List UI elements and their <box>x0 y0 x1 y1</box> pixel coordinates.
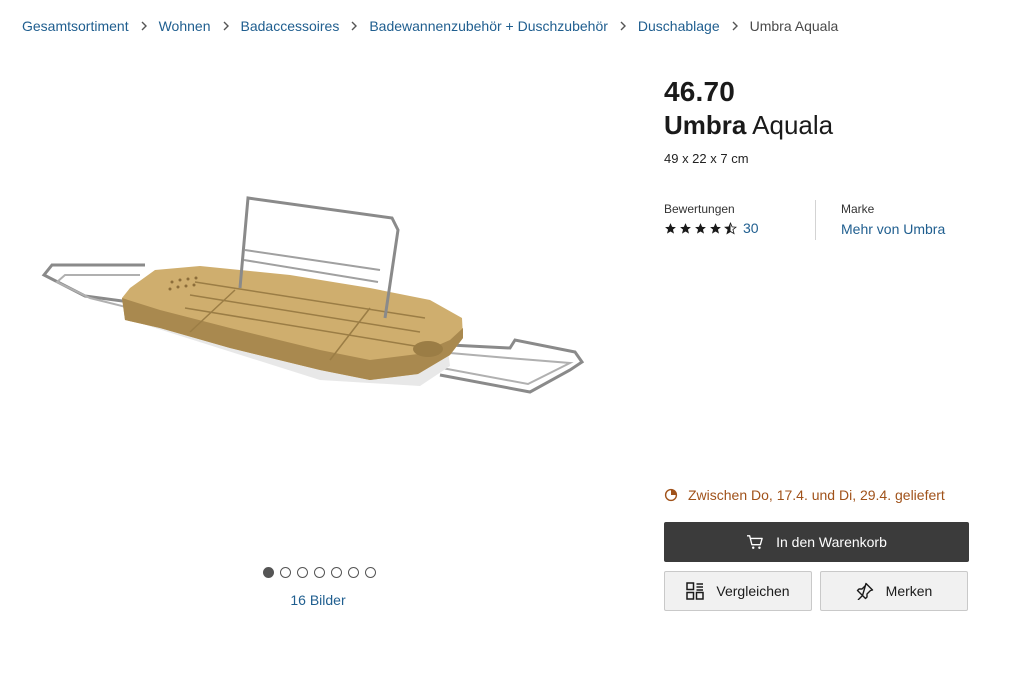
product-brand: Umbra <box>664 110 747 140</box>
breadcrumb-item-badaccessoires[interactable]: Badaccessoires <box>241 18 340 34</box>
gallery-dot[interactable] <box>365 567 376 578</box>
compare-label: Vergleichen <box>716 583 790 599</box>
delivery-info: Zwischen Do, 17.4. und Di, 29.4. geliefe… <box>664 487 945 503</box>
delivery-text: Zwischen Do, 17.4. und Di, 29.4. geliefe… <box>688 487 945 503</box>
chevron-right-icon <box>129 21 159 31</box>
breadcrumb: Gesamtsortiment Wohnen Badaccessoires Ba… <box>22 18 838 34</box>
compare-button[interactable]: Vergleichen <box>664 571 812 611</box>
breadcrumb-item-gesamtsortiment[interactable]: Gesamtsortiment <box>22 18 129 34</box>
ratings-label: Bewertungen <box>664 202 735 216</box>
bathtub-caddy-illustration <box>41 196 585 394</box>
gallery-dot[interactable] <box>331 567 342 578</box>
product-info: 46.70 Umbra Aquala 49 x 22 x 7 cm <box>664 76 969 166</box>
add-to-cart-label: In den Warenkorb <box>776 534 887 550</box>
clock-icon <box>664 488 678 502</box>
gallery-dot[interactable] <box>297 567 308 578</box>
chevron-right-icon <box>608 21 638 31</box>
more-from-brand-link[interactable]: Mehr von Umbra <box>841 221 945 237</box>
breadcrumb-item-badewannenzubehoer[interactable]: Badewannenzubehör + Duschzubehör <box>369 18 608 34</box>
breadcrumb-item-duschablage[interactable]: Duschablage <box>638 18 720 34</box>
breadcrumb-current: Umbra Aquala <box>749 18 839 34</box>
star-full-icon <box>695 222 706 234</box>
save-button[interactable]: Merken <box>820 571 968 611</box>
chevron-right-icon <box>211 21 241 31</box>
all-images-link[interactable]: 16 Bilder <box>218 592 418 608</box>
brand-label: Marke <box>841 202 875 216</box>
product-meta: Bewertungen 30 Marke Mehr von Umbra <box>664 200 969 240</box>
product-price: 46.70 <box>664 76 736 107</box>
gallery-dot[interactable] <box>263 567 274 578</box>
chevron-right-icon <box>720 21 750 31</box>
gallery-dot[interactable] <box>280 567 291 578</box>
save-label: Merken <box>885 583 933 599</box>
star-full-icon <box>710 222 721 234</box>
star-half-icon <box>724 221 737 235</box>
product-model: Aquala <box>752 110 834 140</box>
gallery-dot[interactable] <box>314 567 325 578</box>
product-dimensions: 49 x 22 x 7 cm <box>664 151 749 166</box>
chevron-right-icon <box>339 21 369 31</box>
star-full-icon <box>680 222 691 234</box>
pin-icon <box>856 582 873 600</box>
gallery-pagination <box>263 567 376 578</box>
star-full-icon <box>665 222 676 234</box>
breadcrumb-item-wohnen[interactable]: Wohnen <box>159 18 211 34</box>
rating-stars[interactable]: 30 <box>664 220 815 236</box>
product-image[interactable] <box>30 70 606 550</box>
ratings-section: Bewertungen 30 <box>664 200 816 240</box>
gallery-dot[interactable] <box>348 567 359 578</box>
cart-icon <box>747 535 763 550</box>
product-title: Umbra Aquala <box>664 108 969 142</box>
rating-count-link[interactable]: 30 <box>743 220 759 236</box>
add-to-cart-button[interactable]: In den Warenkorb <box>664 522 969 562</box>
compare-icon <box>686 582 705 600</box>
brand-section: Marke Mehr von Umbra <box>816 200 945 240</box>
